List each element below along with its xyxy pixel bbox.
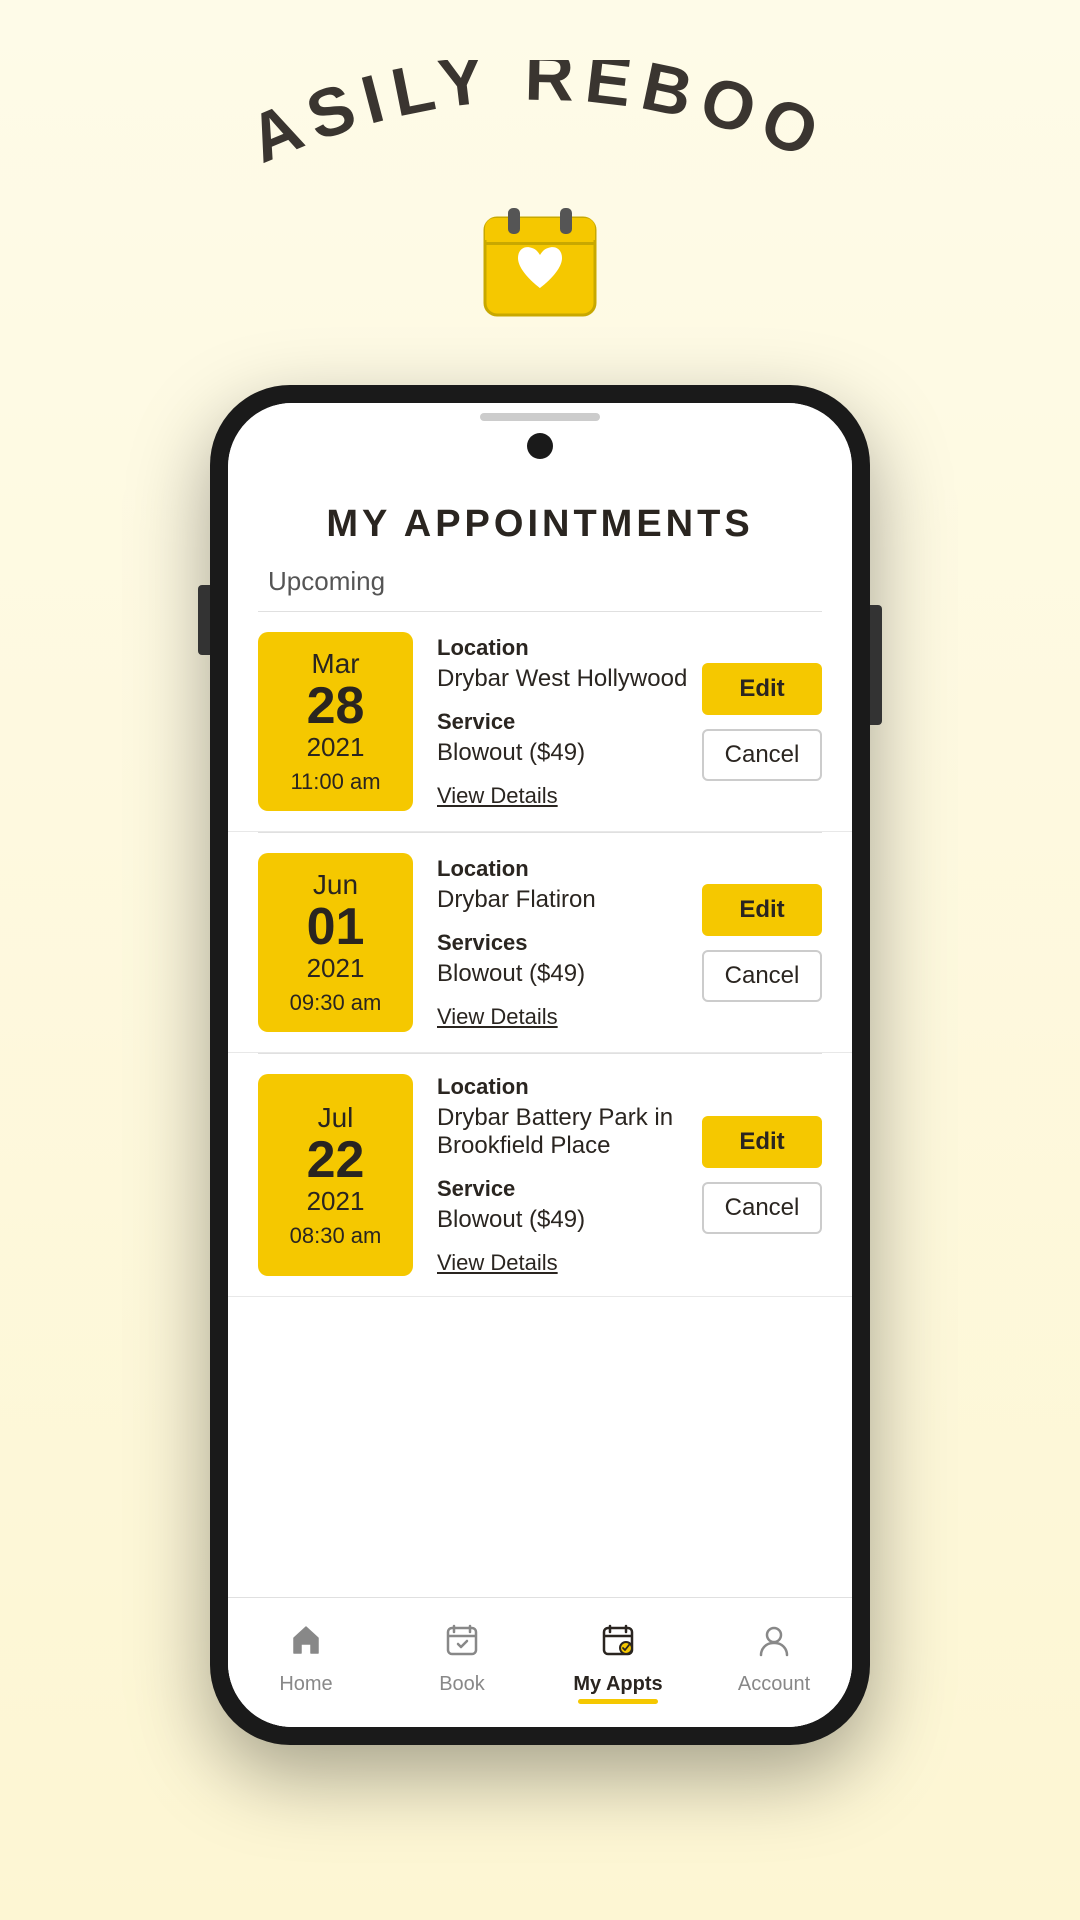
cancel-button-3[interactable]: Cancel: [702, 1182, 822, 1234]
nav-item-book[interactable]: Book: [384, 1622, 540, 1704]
appt-details-3: Location Drybar Battery Park in Brookfie…: [437, 1074, 688, 1276]
location-value-1: Drybar West Hollywood: [437, 665, 688, 693]
service-value-1: Blowout ($49): [437, 739, 688, 767]
date-month-3: Jul: [318, 1102, 354, 1134]
date-time-1: 11:00 am: [290, 769, 380, 795]
service-label-1: Service: [437, 709, 688, 735]
nav-active-indicator: [578, 1699, 658, 1704]
svg-text:EASILY REBOOK: EASILY REBOOK: [190, 60, 838, 178]
service-value-2: Blowout ($49): [437, 960, 688, 988]
view-details-1[interactable]: View Details: [437, 783, 688, 809]
nav-item-account[interactable]: Account: [696, 1622, 852, 1704]
my-appts-icon: [600, 1622, 636, 1667]
nav-item-home[interactable]: Home: [228, 1622, 384, 1704]
date-day-3: 22: [307, 1134, 365, 1186]
service-label-3: Service: [437, 1176, 688, 1202]
home-icon: [288, 1622, 324, 1667]
date-year-1: 2021: [307, 732, 365, 763]
service-label-2: Services: [437, 930, 688, 956]
date-time-2: 09:30 am: [290, 990, 382, 1016]
phone-outer-frame: MY APPOINTMENTS Upcoming Mar 28 2021 11:…: [210, 385, 870, 1745]
appt-details-2: Location Drybar Flatiron Services Blowou…: [437, 853, 688, 1032]
section-upcoming-label: Upcoming: [228, 566, 852, 611]
app-content: MY APPOINTMENTS Upcoming Mar 28 2021 11:…: [228, 473, 852, 1727]
phone-screen: MY APPOINTMENTS Upcoming Mar 28 2021 11:…: [228, 403, 852, 1727]
top-section: EASILY REBOOK: [0, 0, 1080, 385]
date-box-3: Jul 22 2021 08:30 am: [258, 1074, 413, 1276]
appointment-card-3: Jul 22 2021 08:30 am Location Drybar Bat…: [228, 1054, 852, 1297]
cancel-button-2[interactable]: Cancel: [702, 950, 822, 1002]
view-details-2[interactable]: View Details: [437, 1004, 688, 1030]
date-year-3: 2021: [307, 1186, 365, 1217]
book-icon: [444, 1622, 480, 1667]
bottom-nav: Home Book: [228, 1597, 852, 1727]
date-year-2: 2021: [307, 953, 365, 984]
date-month-2: Jun: [313, 869, 358, 901]
date-day-2: 01: [307, 901, 365, 953]
appt-details-1: Location Drybar West Hollywood Service B…: [437, 632, 688, 811]
edit-button-2[interactable]: Edit: [702, 884, 822, 936]
view-details-3[interactable]: View Details: [437, 1250, 688, 1276]
date-box-2: Jun 01 2021 09:30 am: [258, 853, 413, 1032]
appointments-list: Mar 28 2021 11:00 am Location Drybar Wes…: [228, 612, 852, 1597]
location-label-1: Location: [437, 635, 688, 661]
edit-button-1[interactable]: Edit: [702, 663, 822, 715]
date-box-1: Mar 28 2021 11:00 am: [258, 632, 413, 811]
edit-button-3[interactable]: Edit: [702, 1116, 822, 1168]
page-title: MY APPOINTMENTS: [228, 473, 852, 566]
location-label-3: Location: [437, 1074, 688, 1100]
phone-notch: [228, 403, 852, 473]
hero-title-container: EASILY REBOOK: [190, 60, 890, 190]
hero-title: EASILY REBOOK: [190, 60, 838, 178]
notch-bar: [480, 413, 600, 421]
appt-actions-3: Edit Cancel: [702, 1074, 822, 1276]
appt-actions-1: Edit Cancel: [702, 632, 822, 811]
appointment-card-2: Jun 01 2021 09:30 am Location Drybar Fla…: [228, 833, 852, 1053]
account-icon: [756, 1622, 792, 1667]
service-value-3: Blowout ($49): [437, 1206, 688, 1234]
date-day-1: 28: [307, 680, 365, 732]
nav-label-book: Book: [439, 1673, 485, 1696]
location-label-2: Location: [437, 856, 688, 882]
appointment-card-1: Mar 28 2021 11:00 am Location Drybar Wes…: [228, 612, 852, 832]
cancel-button-1[interactable]: Cancel: [702, 729, 822, 781]
nav-item-my-appts[interactable]: My Appts: [540, 1622, 696, 1704]
calendar-icon: [480, 200, 600, 325]
nav-label-home: Home: [279, 1673, 332, 1696]
date-time-3: 08:30 am: [290, 1223, 382, 1249]
nav-label-account: Account: [738, 1673, 810, 1696]
nav-label-my-appts: My Appts: [573, 1673, 662, 1696]
location-value-2: Drybar Flatiron: [437, 886, 688, 914]
location-value-3: Drybar Battery Park in Brookfield Place: [437, 1104, 688, 1160]
phone-mockup: MY APPOINTMENTS Upcoming Mar 28 2021 11:…: [210, 385, 870, 1765]
front-camera: [527, 433, 553, 459]
date-month-1: Mar: [311, 648, 359, 680]
appt-actions-2: Edit Cancel: [702, 853, 822, 1032]
